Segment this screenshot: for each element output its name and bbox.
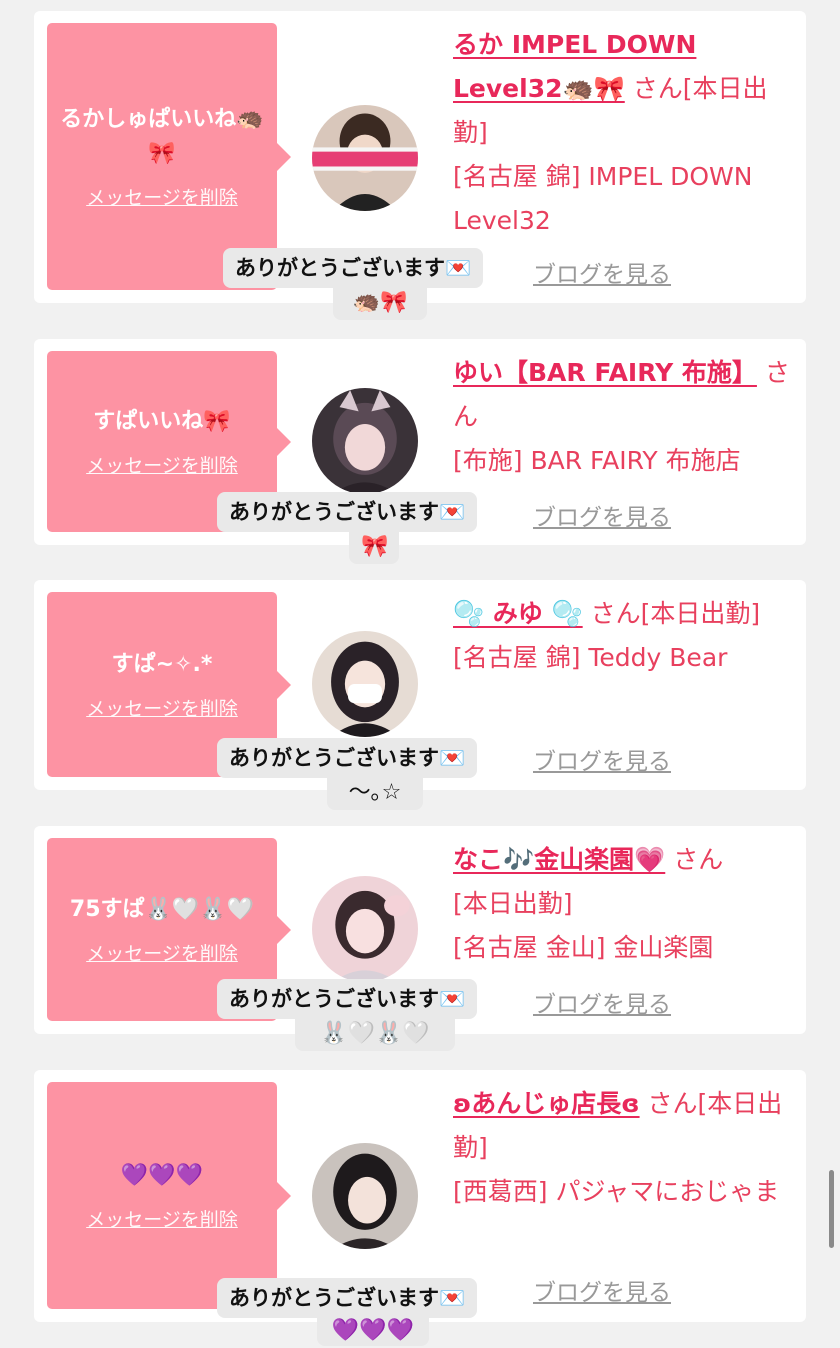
message-card: るかしゅぱいいね🦔🎀 メッセージを削除 るか IMPEL DOWN Level3… bbox=[34, 11, 806, 320]
reply-bubble-continued: 💜💜💜 bbox=[317, 1316, 429, 1346]
reply-bubble: ありがとうございます💌 bbox=[217, 738, 478, 778]
scrollbar[interactable] bbox=[829, 1170, 834, 1248]
message-card: すぱ~✧.* メッセージを削除 🫧 みゆ 🫧 さん[本日出勤] [名古屋 錦] … bbox=[34, 580, 806, 810]
message-text: 💜💜💜 bbox=[120, 1163, 204, 1188]
avatar[interactable] bbox=[312, 105, 418, 211]
reply-bubble: ありがとうございます💌 bbox=[217, 979, 478, 1019]
avatar-image bbox=[312, 876, 418, 982]
cast-name-link[interactable]: ゆい【BAR FAIRY 布施】 bbox=[453, 358, 757, 387]
delete-message-link[interactable]: メッセージを削除 bbox=[86, 451, 238, 478]
delete-message-link[interactable]: メッセージを削除 bbox=[86, 183, 238, 210]
avatar[interactable] bbox=[312, 1143, 418, 1249]
view-blog-link[interactable]: ブログを見る bbox=[533, 255, 671, 289]
avatar-image bbox=[312, 631, 418, 737]
reply-bubble-continued: 🦔🎀 bbox=[333, 286, 427, 320]
honorific: さん bbox=[590, 599, 641, 628]
honorific: さん bbox=[632, 74, 683, 103]
cast-name-link[interactable]: なこ🎶金山楽園💗 bbox=[453, 845, 665, 874]
shop-info: [名古屋 錦] IMPEL DOWN Level32 bbox=[453, 162, 753, 235]
honorific: さん bbox=[647, 1089, 698, 1118]
cast-info: 🫧 みゆ 🫧 さん[本日出勤] [名古屋 錦] Teddy Bear bbox=[453, 592, 798, 680]
reply-bubble: ありがとうございます💌 bbox=[217, 492, 478, 532]
cast-info: なこ🎶金山楽園💗 さん [本日出勤] [名古屋 金山] 金山楽園 bbox=[453, 838, 798, 970]
message-bubble: 💜💜💜 メッセージを削除 bbox=[47, 1082, 291, 1309]
avatar-image bbox=[312, 105, 418, 211]
avatar[interactable] bbox=[312, 876, 418, 982]
avatar-image bbox=[312, 1143, 418, 1249]
work-status: [本日出勤] bbox=[640, 599, 761, 628]
view-blog-link[interactable]: ブログを見る bbox=[533, 742, 671, 776]
cast-name-link[interactable]: ʚあんじゅ店長ɞ bbox=[453, 1089, 640, 1118]
reply-bubble-continued: 🐰🤍🐰🤍 bbox=[295, 1017, 455, 1051]
message-card: すぱいいね🎀 メッセージを削除 ゆい【BAR FAIRY 布施】 さん [布施]… bbox=[34, 339, 806, 564]
delete-message-link[interactable]: メッセージを削除 bbox=[86, 694, 238, 721]
avatar-image bbox=[312, 388, 418, 494]
view-blog-link[interactable]: ブログを見る bbox=[533, 498, 671, 532]
avatar[interactable] bbox=[312, 388, 418, 494]
view-blog-link[interactable]: ブログを見る bbox=[533, 1273, 671, 1307]
message-text: るかしゅぱいいね🦔🎀 bbox=[60, 107, 264, 166]
message-card: 75すぱ🐰🤍🐰🤍 メッセージを削除 なこ🎶金山楽園💗 さん [本日出勤] [名古… bbox=[34, 826, 806, 1051]
delete-message-link[interactable]: メッセージを削除 bbox=[86, 939, 238, 966]
shop-info: [西葛西] パジャマにおじゃま bbox=[453, 1177, 780, 1206]
shop-info: [名古屋 錦] Teddy Bear bbox=[453, 643, 728, 672]
message-card: 💜💜💜 メッセージを削除 ʚあんじゅ店長ɞ さん[本日出勤] [西葛西] パジャ… bbox=[34, 1070, 806, 1346]
reply-bubble-continued: 🎀 bbox=[349, 530, 399, 564]
reply-bubble: ありがとうございます💌 bbox=[223, 248, 484, 288]
cast-info: ゆい【BAR FAIRY 布施】 さん [布施] BAR FAIRY 布施店 bbox=[453, 351, 798, 483]
work-status: [本日出勤] bbox=[453, 889, 573, 918]
reply-bubble-continued: 〜｡☆ bbox=[327, 776, 423, 810]
honorific: さん bbox=[673, 845, 724, 874]
reply-bubble: ありがとうございます💌 bbox=[217, 1278, 478, 1318]
view-blog-link[interactable]: ブログを見る bbox=[533, 985, 671, 1019]
message-text: すぱ~✧.* bbox=[111, 652, 213, 677]
cast-name-link[interactable]: 🫧 みゆ 🫧 bbox=[453, 599, 583, 628]
cast-info: ʚあんじゅ店長ɞ さん[本日出勤] [西葛西] パジャマにおじゃま bbox=[453, 1082, 798, 1214]
shop-info: [名古屋 金山] 金山楽園 bbox=[453, 933, 714, 962]
message-text: すぱいいね🎀 bbox=[93, 409, 231, 434]
message-text: 75すぱ🐰🤍🐰🤍 bbox=[69, 897, 255, 922]
shop-info: [布施] BAR FAIRY 布施店 bbox=[453, 446, 741, 475]
avatar[interactable] bbox=[312, 631, 418, 737]
cast-info: るか IMPEL DOWN Level32🦔🎀 さん[本日出勤] [名古屋 錦]… bbox=[453, 23, 798, 243]
delete-message-link[interactable]: メッセージを削除 bbox=[86, 1205, 238, 1232]
